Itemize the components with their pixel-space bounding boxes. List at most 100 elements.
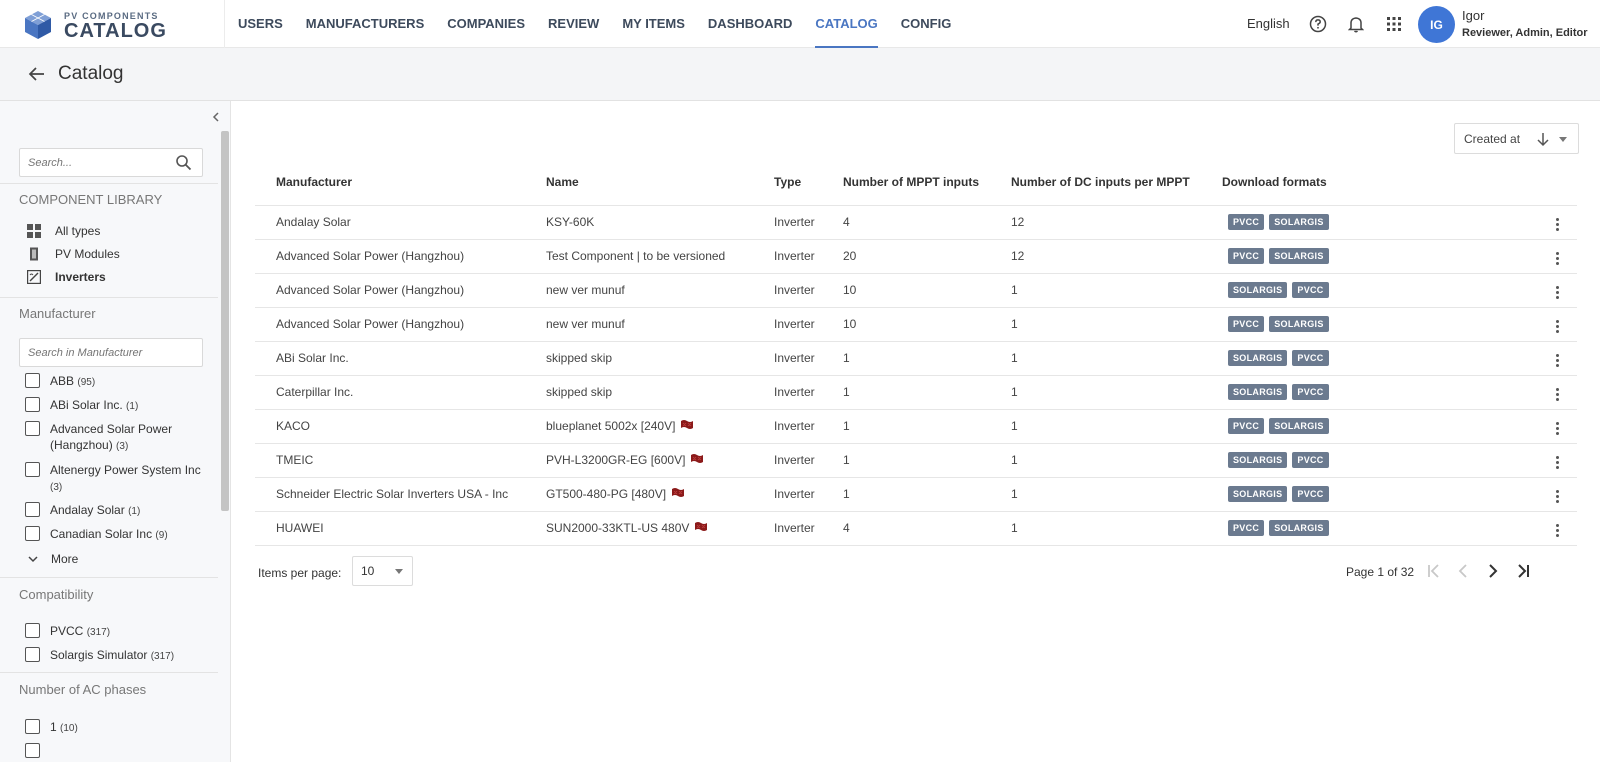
- nav-config[interactable]: CONFIG: [901, 0, 952, 48]
- format-badge-pvcc[interactable]: PVCC: [1292, 282, 1329, 298]
- arrow-down-icon[interactable]: [1535, 131, 1551, 147]
- table-row[interactable]: Advanced Solar Power (Hangzhou) new ver m…: [255, 306, 1577, 341]
- manufacturer-search-input[interactable]: [20, 339, 190, 366]
- column-header-mppt-inputs[interactable]: Number of MPPT inputs: [843, 159, 1011, 205]
- checkbox[interactable]: [25, 397, 40, 412]
- format-badge-solargis[interactable]: SOLARGIS: [1269, 520, 1329, 536]
- column-header-dc-inputs[interactable]: Number of DC inputs per MPPT: [1011, 159, 1222, 205]
- apps-grid-icon[interactable]: [1382, 12, 1406, 36]
- table-row[interactable]: Andalay Solar KSY-60K Inverter 4 12 PVCC SOLAR…: [255, 204, 1577, 239]
- nav-manufacturers[interactable]: MANUFACTURERS: [306, 0, 424, 48]
- search-icon[interactable]: [175, 154, 192, 171]
- format-badge-pvcc[interactable]: PVCC: [1292, 452, 1329, 468]
- format-badge-solargis[interactable]: SOLARGIS: [1228, 350, 1288, 366]
- items-per-page-select[interactable]: 10: [352, 556, 413, 586]
- format-badge-solargis[interactable]: SOLARGIS: [1269, 316, 1329, 332]
- more-vertical-icon[interactable]: [1551, 488, 1563, 506]
- table-row[interactable]: ABi Solar Inc. skipped skip Inverter 1 1 SOLA…: [255, 340, 1577, 375]
- more-vertical-icon[interactable]: [1551, 386, 1563, 404]
- cell-manufacturer: Advanced Solar Power (Hangzhou): [255, 306, 546, 341]
- table-row[interactable]: HUAWEI SUN2000-33KTL-US 480V Inverter 4 1 PVC…: [255, 510, 1577, 546]
- sort-dropdown[interactable]: Created at: [1454, 123, 1579, 154]
- back-arrow-icon[interactable]: [26, 63, 48, 85]
- compat-checkbox-solargis[interactable]: Solargis Simulator (317): [25, 647, 215, 665]
- library-item-inverters[interactable]: Inverters: [27, 270, 106, 284]
- nav-my-items[interactable]: MY ITEMS: [622, 0, 685, 48]
- column-header-name[interactable]: Name: [546, 159, 774, 205]
- table-row[interactable]: KACO blueplanet 5002x [240V] Inverter 1 1 PVC…: [255, 408, 1577, 443]
- nav-dashboard[interactable]: DASHBOARD: [708, 0, 793, 48]
- format-badge-pvcc[interactable]: PVCC: [1228, 248, 1265, 264]
- more-vertical-icon[interactable]: [1551, 216, 1563, 234]
- nav-users[interactable]: USERS: [238, 0, 283, 48]
- sidebar-search-input[interactable]: [20, 149, 160, 176]
- compat-checkbox-pvcc[interactable]: PVCC (317): [25, 623, 215, 641]
- format-badge-pvcc[interactable]: PVCC: [1228, 418, 1265, 434]
- nav-catalog[interactable]: CATALOG: [815, 0, 879, 48]
- more-vertical-icon[interactable]: [1551, 352, 1563, 370]
- manufacturer-checkbox-canadian-solar[interactable]: Canadian Solar Inc (9): [25, 526, 215, 544]
- checkbox[interactable]: [25, 719, 40, 734]
- format-badge-solargis[interactable]: SOLARGIS: [1228, 384, 1288, 400]
- format-badge-solargis[interactable]: SOLARGIS: [1269, 248, 1329, 264]
- format-badge-solargis[interactable]: SOLARGIS: [1269, 214, 1329, 230]
- format-badge-pvcc[interactable]: PVCC: [1228, 520, 1265, 536]
- logo[interactable]: PV COMPONENTS CATALOG: [22, 9, 222, 42]
- sidebar-search[interactable]: [19, 148, 203, 177]
- more-vertical-icon[interactable]: [1551, 250, 1563, 268]
- nav-review[interactable]: REVIEW: [548, 0, 599, 48]
- format-badge-solargis[interactable]: SOLARGIS: [1228, 452, 1288, 468]
- format-badge-pvcc[interactable]: PVCC: [1292, 384, 1329, 400]
- format-badge-solargis[interactable]: SOLARGIS: [1228, 282, 1288, 298]
- more-manufacturers-link[interactable]: More: [27, 552, 78, 566]
- checkbox[interactable]: [25, 373, 40, 388]
- more-vertical-icon[interactable]: [1551, 454, 1563, 472]
- checkbox[interactable]: [25, 623, 40, 638]
- table-row[interactable]: Schneider Electric Solar Inverters USA -…: [255, 476, 1577, 511]
- manufacturer-checkbox-abi-solar[interactable]: ABi Solar Inc. (1): [25, 397, 215, 415]
- manufacturer-checkbox-altenergy[interactable]: Altenergy Power System Inc (3): [25, 462, 215, 496]
- next-page-icon[interactable]: [1483, 561, 1503, 581]
- more-vertical-icon[interactable]: [1551, 522, 1563, 540]
- more-vertical-icon[interactable]: [1551, 420, 1563, 438]
- checkbox[interactable]: [25, 462, 40, 477]
- format-badge-pvcc[interactable]: PVCC: [1292, 350, 1329, 366]
- format-badge-pvcc[interactable]: PVCC: [1292, 486, 1329, 502]
- first-page-icon[interactable]: [1424, 561, 1444, 581]
- checkbox[interactable]: [25, 502, 40, 517]
- checkbox[interactable]: [25, 421, 40, 436]
- help-icon[interactable]: [1306, 12, 1330, 36]
- table-row[interactable]: TMEIC PVH-L3200GR-EG [600V] Inverter 1 1 SOLA…: [255, 442, 1577, 477]
- checkbox[interactable]: [25, 743, 40, 758]
- table-row[interactable]: Advanced Solar Power (Hangzhou) new ver m…: [255, 272, 1577, 307]
- library-item-all-types[interactable]: All types: [27, 224, 100, 238]
- table-row[interactable]: Advanced Solar Power (Hangzhou) Test Comp…: [255, 238, 1577, 273]
- notifications-bell-icon[interactable]: [1344, 12, 1368, 36]
- format-badge-solargis[interactable]: SOLARGIS: [1228, 486, 1288, 502]
- last-page-icon[interactable]: [1513, 561, 1533, 581]
- manufacturer-checkbox-abb[interactable]: ABB (95): [25, 373, 215, 391]
- manufacturer-checkbox-advanced-solar[interactable]: Advanced Solar Power (Hangzhou) (3): [25, 421, 215, 455]
- library-item-pv-modules[interactable]: PV Modules: [27, 247, 120, 261]
- manufacturer-search[interactable]: [19, 338, 203, 367]
- table-row[interactable]: Caterpillar Inc. skipped skip Inverter 1 1 SO…: [255, 374, 1577, 409]
- more-label: More: [51, 552, 79, 566]
- sidebar-scrollbar[interactable]: [221, 131, 229, 511]
- previous-page-icon[interactable]: [1453, 561, 1473, 581]
- checkbox[interactable]: [25, 647, 40, 662]
- avatar[interactable]: IG: [1418, 6, 1455, 43]
- more-vertical-icon[interactable]: [1551, 284, 1563, 302]
- column-header-manufacturer[interactable]: Manufacturer: [255, 159, 546, 205]
- ac-phases-checkbox-partial[interactable]: [25, 743, 215, 758]
- format-badge-pvcc[interactable]: PVCC: [1228, 214, 1265, 230]
- format-badge-pvcc[interactable]: PVCC: [1228, 316, 1265, 332]
- more-vertical-icon[interactable]: [1551, 318, 1563, 336]
- checkbox[interactable]: [25, 526, 40, 541]
- format-badge-solargis[interactable]: SOLARGIS: [1269, 418, 1329, 434]
- column-header-type[interactable]: Type: [774, 159, 843, 205]
- language-selector[interactable]: English: [1247, 16, 1290, 31]
- nav-companies[interactable]: COMPANIES: [447, 0, 525, 48]
- ac-phases-checkbox-1[interactable]: 1 (10): [25, 719, 215, 737]
- chevron-left-icon[interactable]: [208, 109, 224, 125]
- manufacturer-checkbox-andalay[interactable]: Andalay Solar (1): [25, 502, 215, 520]
